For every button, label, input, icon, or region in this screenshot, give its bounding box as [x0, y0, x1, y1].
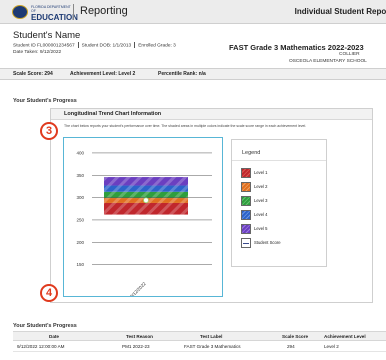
table-row: 9/12/2022 12:00:00 AM PM1 2022-23 FAST G… — [13, 342, 386, 352]
table-header-row: Date Test Reason Test Label Scale Score … — [13, 331, 386, 341]
chart-description: The chart below reports your student's p… — [64, 124, 307, 128]
meta-divider — [77, 42, 79, 48]
band-level-4 — [104, 185, 188, 192]
level-4-swatch — [241, 210, 251, 220]
legend-label: Level 1 — [254, 170, 268, 175]
student-id: Student ID FL000001234567 — [13, 43, 75, 49]
student-dob: Student DOB: 1/1/2013 — [81, 43, 132, 49]
legend-label: Level 5 — [254, 226, 268, 231]
meta-divider — [134, 42, 136, 48]
legend-item-level-1: Level 1 — [241, 168, 321, 178]
column-header-test-reason[interactable]: Test Reason — [126, 334, 153, 339]
legend-item-level-2: Level 2 — [241, 182, 321, 192]
level-2-swatch — [241, 182, 251, 192]
report-title: Individual Student Report — [294, 7, 386, 16]
score-summary-bar: Scale Score: 294 Achievement Level: Leve… — [0, 68, 386, 80]
logo-line-1: FLORIDA DEPARTMENT OF — [31, 5, 71, 13]
column-header-date[interactable]: Date — [49, 334, 59, 339]
column-header-scale-score[interactable]: Scale Score — [282, 334, 308, 339]
enrolled-grade: Enrolled Grade: 3 — [138, 43, 176, 49]
student-meta: Student ID FL000001234567 Student DOB: 1/… — [13, 42, 176, 48]
legend-item-student-score: Student Score — [241, 238, 321, 248]
student-name: Student's Name — [13, 30, 81, 41]
cell-scale-score: 294 — [287, 344, 295, 349]
trend-chart-svg: 400 350 300 250 200 150 9/12/2022 — [76, 150, 212, 296]
cell-achievement-level: Level 2 — [324, 344, 339, 349]
school-name: OSCEOLA ELEMENTARY SCHOOL — [289, 59, 367, 64]
legend-item-level-3: Level 3 — [241, 196, 321, 206]
scale-score: Scale Score: 294 — [13, 71, 53, 77]
y-tick-label: 400 — [76, 150, 84, 155]
table-section-title: Your Student's Progress — [13, 323, 77, 329]
logo-line-2: EDUCATION — [31, 13, 78, 22]
legend-label: Level 2 — [254, 184, 268, 189]
legend-item-level-5: Level 5 — [241, 224, 321, 234]
column-header-achievement-level[interactable]: Achievement Level — [324, 334, 366, 339]
y-tick-label: 350 — [76, 173, 84, 178]
band-level-5 — [104, 177, 188, 186]
band-level-1 — [104, 202, 188, 215]
district-name: COLLIER — [339, 52, 360, 57]
student-score-swatch — [241, 238, 251, 248]
date-taken: Date Taken: 9/12/2022 — [13, 50, 62, 55]
state-seal-icon — [12, 5, 28, 19]
legend-label: Level 3 — [254, 198, 268, 203]
progress-section-title: Your Student's Progress — [13, 98, 77, 104]
student-score-point — [143, 197, 149, 204]
legend-panel: Legend Level 1 Level 2 Level 3 Level 4 L… — [231, 139, 327, 267]
fdoe-logo[interactable]: FLORIDA DEPARTMENT OF EDUCATION — [12, 5, 78, 22]
assessment-title: FAST Grade 3 Mathematics 2022-2023 — [229, 43, 364, 52]
level-5-swatch — [241, 224, 251, 234]
band-level-3 — [104, 191, 188, 199]
y-tick-label: 300 — [76, 195, 84, 200]
callout-marker-3: 3 — [40, 122, 58, 140]
y-tick-label: 250 — [76, 217, 84, 222]
x-tick-label: 9/12/2022 — [129, 281, 147, 296]
top-bar: FLORIDA DEPARTMENT OF EDUCATION Reportin… — [0, 0, 386, 24]
trend-chart-card: Longitudinal Trend Chart Information The… — [50, 108, 373, 303]
legend-label: Level 4 — [254, 212, 268, 217]
callout-marker-4: 4 — [40, 284, 58, 302]
cell-date: 9/12/2022 12:00:00 AM — [17, 344, 65, 349]
legend-divider — [232, 160, 326, 161]
chart-header: Longitudinal Trend Chart Information — [51, 109, 372, 120]
cell-test-reason: PM1 2022-23 — [122, 344, 150, 349]
chart-title: Longitudinal Trend Chart Information — [64, 111, 162, 117]
achievement-level: Achievement Level: Level 2 — [70, 71, 136, 77]
level-3-swatch — [241, 196, 251, 206]
legend-item-level-4: Level 4 — [241, 210, 321, 220]
percentile-rank: Percentile Rank: n/a — [158, 71, 206, 77]
logo-wordmark: FLORIDA DEPARTMENT OF EDUCATION — [31, 5, 78, 22]
legend-title: Legend — [242, 150, 261, 156]
app-title: Reporting — [80, 5, 128, 17]
legend-label: Student Score — [254, 240, 281, 245]
level-1-swatch — [241, 168, 251, 178]
trend-plot: 400 350 300 250 200 150 9/12/2022 — [63, 137, 223, 297]
header-divider — [73, 4, 74, 20]
y-tick-label: 200 — [76, 240, 84, 245]
cell-test-label: FAST Grade 3 Mathematics — [184, 344, 241, 349]
column-header-test-label[interactable]: Test Label — [200, 334, 222, 339]
y-tick-label: 150 — [76, 262, 84, 267]
